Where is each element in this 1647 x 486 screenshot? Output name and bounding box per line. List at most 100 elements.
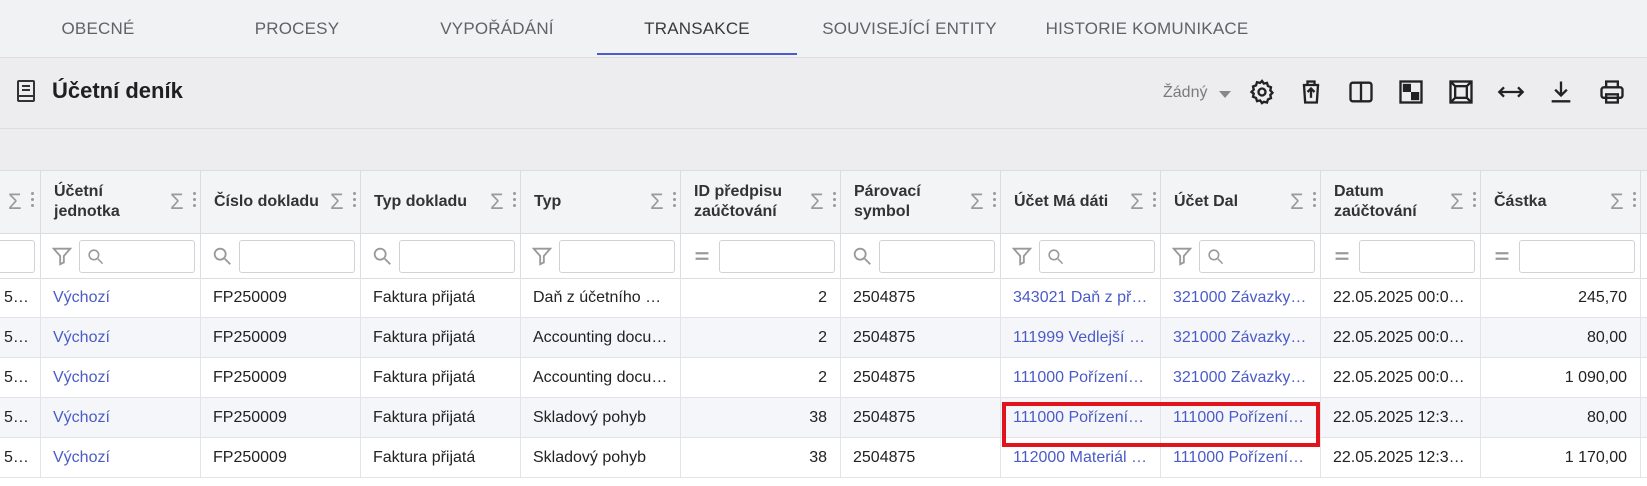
- column-menu-icon[interactable]: [1313, 192, 1317, 210]
- tab-historie-komunikace[interactable]: HISTORIE KOMUNIKACE: [1022, 0, 1272, 57]
- column-header-datum-zauctovani[interactable]: Datum zaúčtování Σ: [1321, 171, 1481, 235]
- sigma-icon[interactable]: Σ: [1130, 190, 1144, 214]
- sigma-icon[interactable]: Σ: [970, 190, 984, 214]
- cell-ucet-ma-dati[interactable]: 343021 Daň z přidané hodnoty: [1001, 278, 1161, 317]
- column-menu-icon[interactable]: [31, 192, 35, 210]
- page-title: Účetní deník: [52, 78, 183, 103]
- tab-souvisejici-entity[interactable]: SOUVISEJÍCÍ ENTITY: [797, 0, 1022, 57]
- cell-ucetni-jednotka[interactable]: Výchozí: [41, 398, 201, 437]
- frame-icon[interactable]: [1447, 78, 1475, 106]
- view-select[interactable]: Žádný: [1163, 84, 1207, 102]
- sigma-icon[interactable]: Σ: [490, 190, 504, 214]
- column-header-id-predpisu[interactable]: ID předpisu zaúčtování Σ: [681, 171, 841, 235]
- column-header-ucet-ma-dati[interactable]: Účet Má dáti Σ: [1001, 171, 1161, 235]
- cell-datum-zauctovani: 22.05.2025 00:00:00: [1321, 358, 1481, 397]
- filter-input[interactable]: [1039, 240, 1155, 273]
- equals-icon[interactable]: [691, 245, 713, 267]
- filter-input[interactable]: [0, 240, 35, 273]
- filter-icon[interactable]: [1171, 245, 1193, 267]
- sigma-icon[interactable]: Σ: [1450, 190, 1464, 214]
- filter-input[interactable]: [79, 240, 195, 273]
- filter-icon[interactable]: [1011, 245, 1033, 267]
- column-menu-icon[interactable]: [833, 192, 837, 210]
- cell-datum-zauctovani: 22.05.2025 00:00:00: [1321, 318, 1481, 357]
- cell-ucetni-jednotka[interactable]: Výchozí: [41, 318, 201, 357]
- sigma-icon[interactable]: Σ: [1290, 190, 1304, 214]
- table-row[interactable]: 549 Výchozí FP250009 Faktura přijatá Acc…: [0, 358, 1647, 398]
- filter-input[interactable]: [719, 240, 835, 273]
- column-header-ucet-dal[interactable]: Účet Dal Σ: [1161, 171, 1321, 235]
- columns-icon[interactable]: [1347, 78, 1375, 106]
- column-header-castka[interactable]: Částka Σ: [1481, 171, 1641, 235]
- cell-datum-zauctovani: 22.05.2025 00:00:00: [1321, 278, 1481, 317]
- filter-input[interactable]: [399, 240, 515, 273]
- width-icon[interactable]: [1497, 78, 1525, 106]
- sigma-icon[interactable]: Σ: [170, 190, 184, 214]
- filter-cell: [201, 234, 361, 278]
- filter-icon[interactable]: [531, 245, 553, 267]
- column-header-id[interactable]: Σ: [0, 171, 41, 235]
- delete-icon[interactable]: [1297, 78, 1325, 106]
- search-icon[interactable]: [211, 245, 233, 267]
- tab-vyporadani[interactable]: VYPOŘÁDÁNÍ: [397, 0, 597, 57]
- column-menu-icon[interactable]: [993, 192, 997, 210]
- column-header-typ[interactable]: Typ Σ: [521, 171, 681, 235]
- column-header-ucetni-jednotka[interactable]: Účetní jednotka Σ: [41, 171, 201, 235]
- cell-typ-dokladu: Faktura přijatá: [361, 398, 521, 437]
- tab-transakce[interactable]: TRANSAKCE: [597, 0, 797, 57]
- table-row[interactable]: 551 Výchozí FP250009 Faktura přijatá Daň…: [0, 278, 1647, 318]
- cell-ucet-ma-dati[interactable]: 111999 Vedlejší pořizovací náklady: [1001, 318, 1161, 357]
- cell-ucetni-jednotka[interactable]: Výchozí: [41, 358, 201, 397]
- filter-input[interactable]: [559, 240, 675, 273]
- cell-id: 571: [0, 398, 41, 437]
- search-icon[interactable]: [851, 245, 873, 267]
- tab-procesy[interactable]: PROCESY: [197, 0, 397, 57]
- column-menu-icon[interactable]: [1633, 192, 1637, 210]
- download-icon[interactable]: [1547, 78, 1575, 106]
- column-header-typ-dokladu[interactable]: Typ dokladu Σ: [361, 171, 521, 235]
- cell-typ: Accounting document: [521, 358, 681, 397]
- sigma-icon[interactable]: Σ: [330, 190, 344, 214]
- filter-cell: [521, 234, 681, 278]
- column-menu-icon[interactable]: [1473, 192, 1477, 210]
- sigma-icon[interactable]: Σ: [810, 190, 824, 214]
- filter-input[interactable]: [879, 240, 995, 273]
- cell-cislo-dokladu: FP250009: [201, 438, 361, 477]
- filter-input[interactable]: [1199, 240, 1315, 273]
- cell-parovaci-symbol: 2504875: [841, 318, 1001, 357]
- cell-ucet-ma-dati[interactable]: 111000 Pořízení materiálu: [1001, 358, 1161, 397]
- cell-ucetni-jednotka[interactable]: Výchozí: [41, 438, 201, 477]
- search-icon[interactable]: [371, 245, 393, 267]
- cell-parovaci-symbol: 2504875: [841, 358, 1001, 397]
- cell-ucet-dal[interactable]: 321000 Závazky z obchodních vztahů: [1161, 358, 1321, 397]
- column-menu-icon[interactable]: [673, 192, 677, 210]
- column-menu-icon[interactable]: [1153, 192, 1157, 210]
- table-row[interactable]: 573 Výchozí FP250009 Faktura přijatá Acc…: [0, 318, 1647, 358]
- equals-icon[interactable]: [1331, 245, 1353, 267]
- filter-input[interactable]: [239, 240, 355, 273]
- column-header-cislo-dokladu[interactable]: Číslo dokladu Σ: [201, 171, 361, 235]
- filter-input[interactable]: [1359, 240, 1475, 273]
- print-icon[interactable]: [1598, 78, 1626, 106]
- column-header-parovaci-symbol[interactable]: Párovací symbol Σ: [841, 171, 1001, 235]
- sigma-icon[interactable]: Σ: [1610, 190, 1624, 214]
- filter-input[interactable]: [1519, 240, 1635, 273]
- cell-ucetni-jednotka[interactable]: Výchozí: [41, 278, 201, 317]
- sigma-icon[interactable]: Σ: [650, 190, 664, 214]
- sigma-icon[interactable]: Σ: [8, 190, 22, 214]
- column-menu-icon[interactable]: [193, 192, 197, 210]
- cell-typ: Accounting document: [521, 318, 681, 357]
- tab-obecne[interactable]: OBECNÉ: [18, 0, 178, 57]
- cell-ucet-dal[interactable]: 321000 Závazky z obchodních vztahů: [1161, 278, 1321, 317]
- column-menu-icon[interactable]: [513, 192, 517, 210]
- search-icon: [1208, 249, 1224, 265]
- layout-icon[interactable]: [1397, 78, 1425, 106]
- table-row[interactable]: 552 Výchozí FP250009 Faktura přijatá Skl…: [0, 438, 1647, 478]
- cell-ucet-dal[interactable]: 321000 Závazky z obchodních vztahů: [1161, 318, 1321, 357]
- column-menu-icon[interactable]: [353, 192, 357, 210]
- gear-icon[interactable]: [1248, 78, 1276, 106]
- equals-icon[interactable]: [1491, 245, 1513, 267]
- table-row[interactable]: 571 Výchozí FP250009 Faktura přijatá Skl…: [0, 398, 1647, 438]
- chevron-down-icon[interactable]: [1219, 91, 1231, 98]
- filter-icon[interactable]: [51, 245, 73, 267]
